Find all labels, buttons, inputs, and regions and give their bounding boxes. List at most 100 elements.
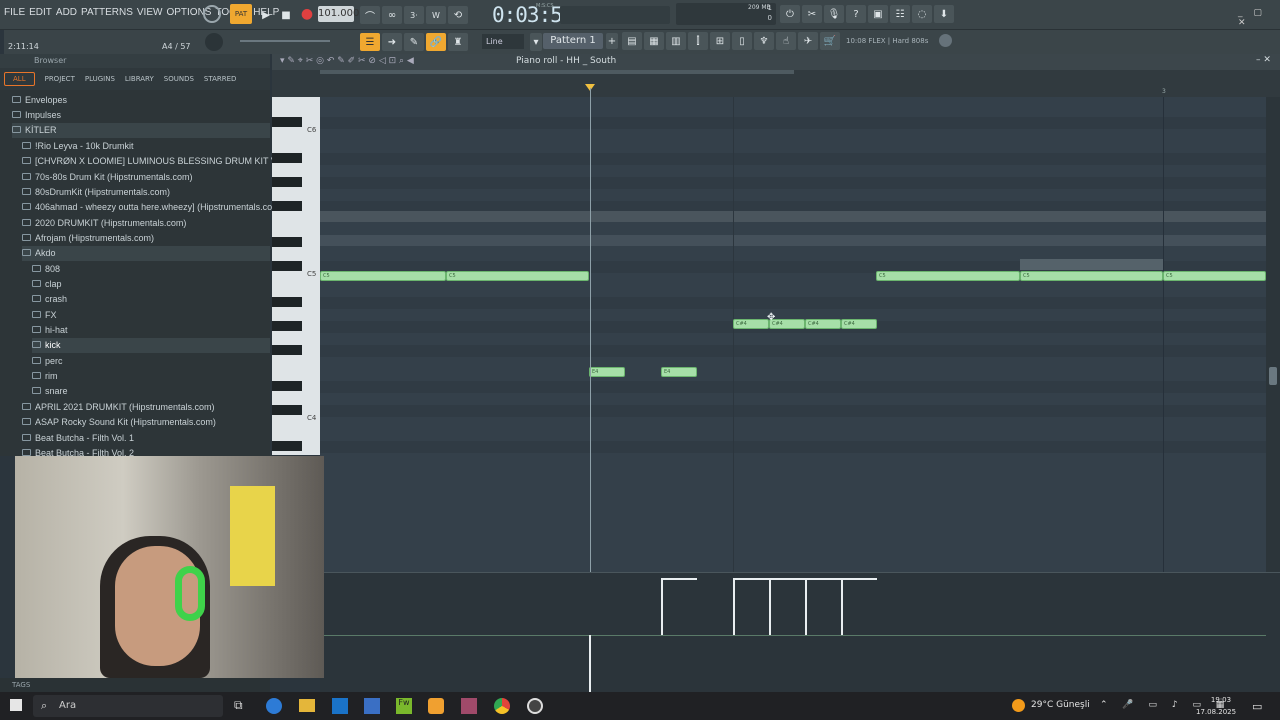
velocity-bar[interactable]: [841, 578, 843, 635]
browser-item[interactable]: Envelopes: [12, 93, 67, 108]
browser-item[interactable]: FX: [32, 308, 57, 323]
wait-input-icon[interactable]: ∞: [382, 6, 402, 24]
loop-record-icon[interactable]: ⟲: [448, 6, 468, 24]
task-view-icon[interactable]: ⧉: [234, 698, 243, 713]
black-key[interactable]: [272, 441, 302, 451]
weather-text[interactable]: 29°C Güneşli: [1031, 700, 1090, 710]
browser-item[interactable]: crash: [32, 292, 67, 307]
browser-item[interactable]: rim: [32, 369, 58, 384]
mic-icon[interactable]: 🎙: [824, 5, 844, 23]
outlook-icon[interactable]: [332, 698, 348, 714]
channel-rack-icon[interactable]: ▦: [644, 32, 664, 50]
tab-starred[interactable]: STARRED: [204, 75, 237, 83]
velocity-bar[interactable]: [589, 635, 591, 692]
browser-item[interactable]: Akdo: [22, 246, 270, 261]
shop-icon[interactable]: 🛒: [820, 32, 840, 50]
globe-icon[interactable]: [939, 34, 952, 47]
note-cs4[interactable]: C#4: [805, 319, 841, 329]
menu-view[interactable]: VIEW: [137, 7, 163, 18]
tab-plugins[interactable]: PLUGINS: [85, 75, 115, 83]
vertical-scrollbar[interactable]: [1266, 97, 1280, 572]
black-key[interactable]: [272, 261, 302, 271]
fireworks-icon[interactable]: Fw: [396, 698, 412, 714]
piano-roll-window-icon[interactable]: ▥: [666, 32, 686, 50]
note-cs4[interactable]: C#4: [733, 319, 769, 329]
plugin-icon[interactable]: ♆: [754, 32, 774, 50]
stop-button[interactable]: ■: [276, 6, 296, 24]
browser-item[interactable]: kick: [32, 338, 270, 353]
save-icon[interactable]: ▣: [868, 5, 888, 23]
black-key[interactable]: [272, 297, 302, 307]
black-key[interactable]: [272, 381, 302, 391]
clock[interactable]: 19:03: [1206, 696, 1236, 704]
browser-item[interactable]: KİTLER: [12, 123, 270, 138]
mixer-icon[interactable]: ☷: [890, 5, 910, 23]
scroll-thumb[interactable]: [1269, 367, 1277, 385]
touch-icon[interactable]: ☝: [776, 32, 796, 50]
black-key[interactable]: [272, 117, 302, 127]
browser-item[interactable]: perc: [32, 354, 63, 369]
plugin-picker-icon[interactable]: ✈: [798, 32, 818, 50]
start-icon[interactable]: [10, 699, 22, 711]
play-button[interactable]: ▶: [256, 6, 276, 24]
browser-item[interactable]: Impulses: [12, 108, 61, 123]
browser-item[interactable]: Afrojam (Hipstrumentals.com): [22, 231, 154, 246]
browser-item[interactable]: [CHVRØN X LOOMIE] LUMINOUS BLESSING DRUM…: [22, 154, 296, 169]
arrow-icon[interactable]: ➜: [382, 33, 402, 51]
piano-keyboard[interactable]: C6 C5 C4: [272, 97, 320, 455]
countdown-icon[interactable]: 3·: [404, 6, 424, 24]
time-scrollbar[interactable]: [320, 70, 794, 74]
browser-item[interactable]: Beat Butcha - Filth Vol. 1: [22, 431, 134, 446]
black-key[interactable]: [272, 345, 302, 355]
velocity-bar[interactable]: [661, 578, 663, 635]
velocity-bar[interactable]: [769, 578, 771, 635]
playlist-icon[interactable]: ▤: [622, 32, 642, 50]
pattern-selector[interactable]: Pattern 1: [543, 33, 603, 49]
metronome-icon[interactable]: ⌒: [360, 6, 380, 24]
note-e4[interactable]: E4: [661, 367, 697, 377]
black-key[interactable]: [272, 201, 302, 211]
tab-all[interactable]: ALL: [4, 72, 35, 86]
menu-edit[interactable]: EDIT: [29, 7, 52, 18]
black-key[interactable]: [272, 237, 302, 247]
stamp-icon[interactable]: ♜: [448, 33, 468, 51]
explorer-icon[interactable]: [299, 699, 315, 712]
note-c5[interactable]: C5: [320, 271, 446, 281]
note-c5[interactable]: C5: [1163, 271, 1266, 281]
browser-item[interactable]: snare: [32, 384, 68, 399]
note-c5[interactable]: C5: [446, 271, 589, 281]
file-icon[interactable]: ▯: [732, 32, 752, 50]
note-c5[interactable]: C5: [876, 271, 1020, 281]
browser-item[interactable]: 406ahmad - wheezy outta here.wheezy] (Hi…: [22, 200, 283, 215]
obs-icon[interactable]: [527, 698, 543, 714]
reset-icon[interactable]: ⏻: [780, 5, 800, 23]
record-button[interactable]: ●: [297, 5, 317, 23]
browser-item[interactable]: ASAP Rocky Sound Kit (Hipstrumentals.com…: [22, 415, 216, 430]
browser-item[interactable]: APRIL 2021 DRUMKIT (Hipstrumentals.com): [22, 400, 215, 415]
browser-item[interactable]: 70s-80s Drum Kit (Hipstrumentals.com): [22, 170, 193, 185]
store-icon[interactable]: [364, 698, 380, 714]
note-c5[interactable]: C5: [1020, 271, 1163, 281]
pat-song-toggle[interactable]: PAT: [230, 4, 252, 24]
browser-window-icon[interactable]: ⊞: [710, 32, 730, 50]
piano-roll-tools[interactable]: ▾ ✎ ⌖ ✂ ◎ ↶ ✎ ✐ ✂ ⊘ ◁ ⊡ ⌕ ◀: [280, 56, 414, 66]
event-editor[interactable]: [320, 572, 1280, 692]
winrar-icon[interactable]: [461, 698, 477, 714]
black-key[interactable]: [272, 177, 302, 187]
tempo-display[interactable]: 101.000: [318, 6, 359, 22]
chrome-icon[interactable]: [494, 698, 510, 714]
menu-patterns[interactable]: PATTERNS: [81, 7, 133, 18]
note-e4[interactable]: E4: [589, 367, 625, 377]
window-controls[interactable]: _ ▢ ✕: [1238, 8, 1280, 28]
piano-roll-icon[interactable]: ☰: [360, 33, 380, 51]
browser-item[interactable]: 808: [32, 262, 60, 277]
mixer-window-icon[interactable]: ⫿: [688, 32, 708, 50]
menu-add[interactable]: ADD: [56, 7, 77, 18]
piano-roll-window-controls[interactable]: – ✕: [1256, 55, 1271, 65]
browser-item[interactable]: clap: [32, 277, 62, 292]
browser-item[interactable]: hi-hat: [32, 323, 68, 338]
chat-icon[interactable]: ◌: [912, 5, 932, 23]
menu-file[interactable]: FILE: [4, 7, 25, 18]
note-cs4[interactable]: C#4: [841, 319, 877, 329]
snap-select[interactable]: Line: [482, 34, 524, 49]
